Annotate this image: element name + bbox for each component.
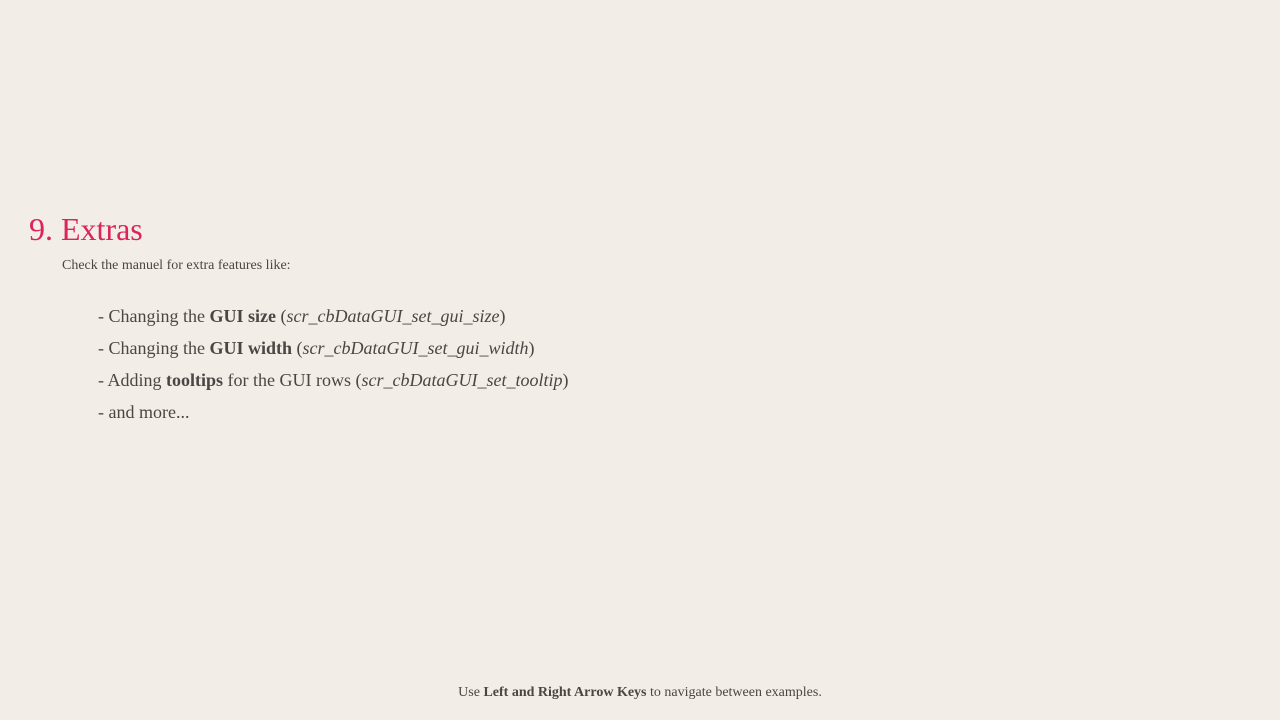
navigation-hint-suffix: to navigate between examples. — [646, 685, 822, 700]
section-title: 9. Extras — [29, 211, 143, 247]
feature-middle: ( — [275, 306, 287, 326]
feature-item-tooltips: - Adding tooltips for the GUI rows (scr_… — [98, 364, 568, 396]
feature-highlight: GUI width — [209, 338, 293, 358]
feature-suffix: ) — [562, 370, 569, 390]
feature-item-gui-size: - Changing the GUI size (scr_cbDataGUI_s… — [98, 300, 568, 332]
feature-list: - Changing the GUI size (scr_cbDataGUI_s… — [98, 300, 568, 428]
feature-prefix: - and more... — [98, 402, 190, 422]
navigation-hint-prefix: Use — [458, 685, 484, 700]
feature-function-name: scr_cbDataGUI_set_gui_width — [302, 338, 529, 358]
feature-item-more: - and more... — [98, 396, 568, 428]
feature-item-gui-width: - Changing the GUI width (scr_cbDataGUI_… — [98, 332, 568, 364]
feature-highlight: tooltips — [166, 370, 224, 390]
section-intro: Check the manuel for extra features like… — [62, 258, 291, 273]
feature-prefix: - Changing the — [98, 306, 210, 326]
feature-suffix: ) — [528, 338, 535, 358]
feature-middle: ( — [292, 338, 303, 358]
navigation-hint-keys: Left and Right Arrow Keys — [483, 685, 647, 700]
feature-suffix: ) — [499, 306, 506, 326]
feature-function-name: scr_cbDataGUI_set_gui_size — [286, 306, 500, 326]
feature-function-name: scr_cbDataGUI_set_tooltip — [361, 370, 563, 390]
feature-prefix: - Changing the — [98, 338, 210, 358]
feature-middle: for the GUI rows ( — [223, 370, 362, 390]
feature-highlight: GUI size — [209, 306, 276, 326]
navigation-hint: Use Left and Right Arrow Keys to navigat… — [0, 684, 1280, 702]
feature-prefix: - Adding — [98, 370, 167, 390]
